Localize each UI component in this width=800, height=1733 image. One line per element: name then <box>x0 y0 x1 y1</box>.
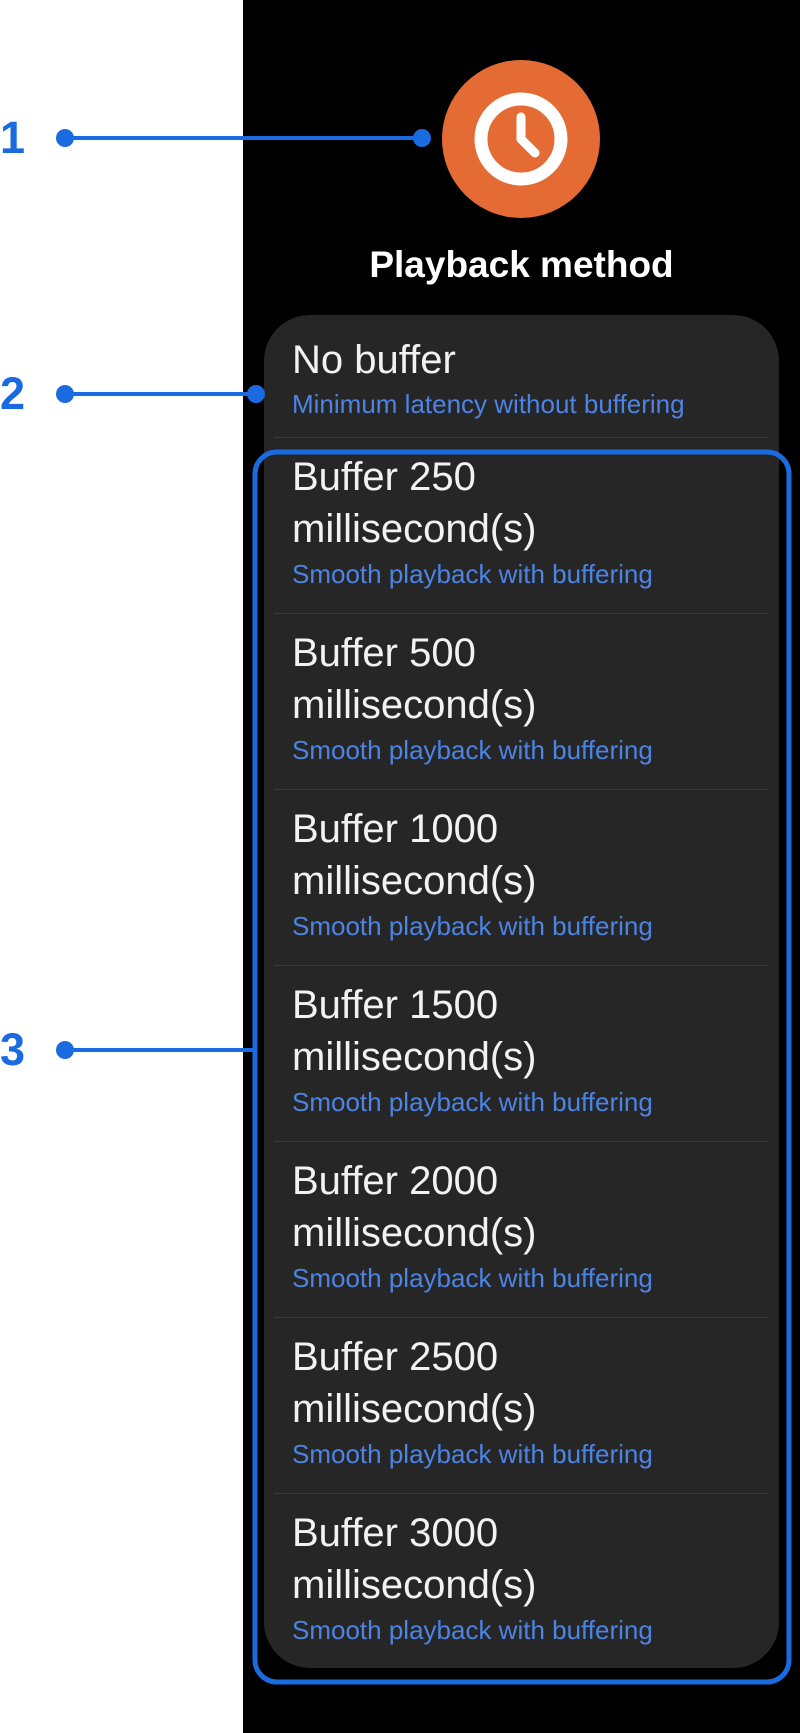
option-title: Buffer 2500 millisecond(s) <box>292 1335 537 1431</box>
option-subtitle: Smooth playback with buffering <box>292 1615 653 1645</box>
option-title: No buffer <box>292 338 456 382</box>
option-buffer-2000[interactable]: Buffer 2000 millisecond(s) Smooth playba… <box>274 1141 769 1318</box>
option-title: Buffer 250 millisecond(s) <box>292 455 537 551</box>
option-subtitle: Smooth playback with buffering <box>292 1439 653 1469</box>
option-title: Buffer 500 millisecond(s) <box>292 631 537 727</box>
playback-options-list: No buffer Minimum latency without buffer… <box>264 315 779 1668</box>
option-subtitle: Minimum latency without buffering <box>292 389 685 419</box>
option-title: Buffer 1500 millisecond(s) <box>292 983 537 1079</box>
option-title: Buffer 2000 millisecond(s) <box>292 1159 537 1255</box>
option-buffer-1000[interactable]: Buffer 1000 millisecond(s) Smooth playba… <box>274 789 769 966</box>
clock-icon <box>442 60 600 218</box>
option-buffer-3000[interactable]: Buffer 3000 millisecond(s) Smooth playba… <box>274 1493 769 1668</box>
option-title: Buffer 3000 millisecond(s) <box>292 1511 537 1607</box>
option-subtitle: Smooth playback with buffering <box>292 911 653 941</box>
callout-line-3 <box>56 1041 255 1059</box>
option-subtitle: Smooth playback with buffering <box>292 735 653 765</box>
annotation-number-1: 1 <box>0 112 26 163</box>
option-buffer-500[interactable]: Buffer 500 millisecond(s) Smooth playbac… <box>274 613 769 790</box>
option-subtitle: Smooth playback with buffering <box>292 1263 653 1293</box>
option-subtitle: Smooth playback with buffering <box>292 559 653 589</box>
annotation-number-3: 3 <box>0 1024 26 1075</box>
option-title: Buffer 1000 millisecond(s) <box>292 807 537 903</box>
callout-line-2 <box>56 385 265 403</box>
option-buffer-2500[interactable]: Buffer 2500 millisecond(s) Smooth playba… <box>274 1317 769 1494</box>
annotation-number-2: 2 <box>0 368 26 419</box>
option-buffer-1500[interactable]: Buffer 1500 millisecond(s) Smooth playba… <box>274 965 769 1142</box>
option-subtitle: Smooth playback with buffering <box>292 1087 653 1117</box>
option-buffer-250[interactable]: Buffer 250 millisecond(s) Smooth playbac… <box>274 437 769 614</box>
option-no-buffer[interactable]: No buffer Minimum latency without buffer… <box>274 315 769 438</box>
page-title: Playback method <box>369 244 674 285</box>
